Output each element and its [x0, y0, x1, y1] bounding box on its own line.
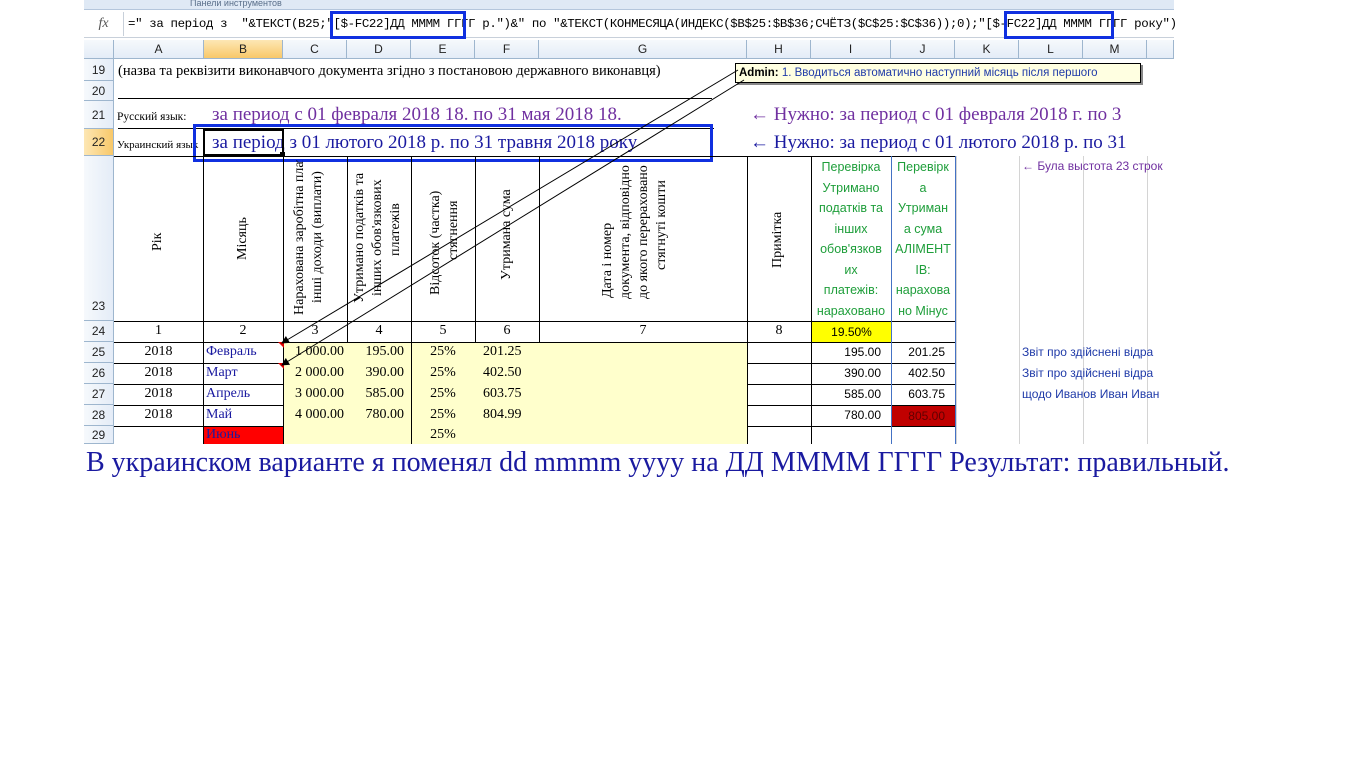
comment-arrows	[281, 69, 745, 366]
caption-text: В украинском варианте я поменял dd mmmm …	[86, 447, 1230, 478]
